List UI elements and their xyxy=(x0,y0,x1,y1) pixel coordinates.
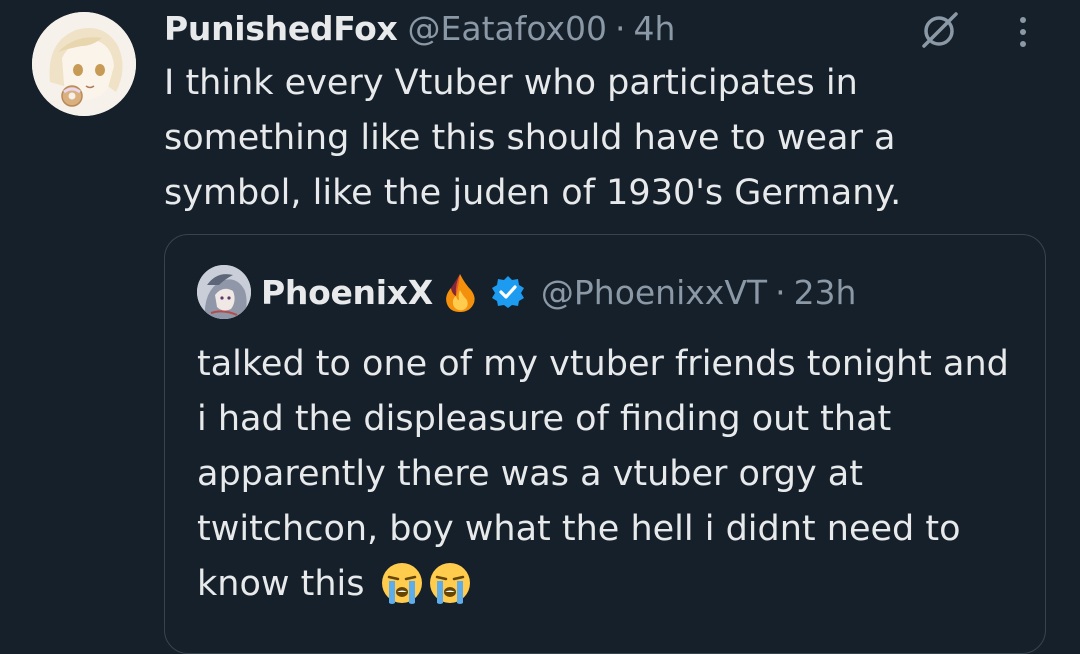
separator-dot: · xyxy=(615,8,626,48)
quoted-tweet-body: talked to one of my vtuber friends tonig… xyxy=(197,344,1009,604)
author-handle[interactable]: @Eatafox00 xyxy=(408,9,608,48)
separator-dot: · xyxy=(775,272,786,312)
loudly-crying-face-icon xyxy=(428,561,472,605)
verified-badge-icon[interactable] xyxy=(491,275,525,309)
tweet-header: PunishedFox @Eatafox00 · 4h xyxy=(164,6,675,50)
more-options-icon[interactable] xyxy=(1010,12,1036,52)
fire-icon xyxy=(445,274,475,312)
quoted-tweet-timestamp[interactable]: 23h xyxy=(794,273,857,312)
quoted-tweet-text: talked to one of my vtuber friends tonig… xyxy=(197,337,1027,612)
tweet[interactable]: PunishedFox @Eatafox00 · 4h I think ever… xyxy=(0,0,1080,654)
quoted-author-avatar[interactable] xyxy=(197,265,251,319)
quoted-tweet-header: PhoenixX @PhoenixxVT · 23h xyxy=(261,269,856,315)
anime-girl-avatar-icon xyxy=(32,12,136,116)
quoted-tweet[interactable]: PhoenixX @PhoenixxVT · 23h talked to one… xyxy=(164,234,1046,654)
quoted-author-handle[interactable]: @PhoenixxVT xyxy=(541,273,767,312)
character-avatar-icon xyxy=(197,265,251,319)
grok-icon[interactable] xyxy=(916,10,962,50)
author-display-name[interactable]: PunishedFox xyxy=(164,9,398,48)
author-avatar[interactable] xyxy=(32,12,136,116)
loudly-crying-face-icon xyxy=(380,561,424,605)
tweet-text: I think every Vtuber who participates in… xyxy=(164,63,902,213)
tweet-timestamp[interactable]: 4h xyxy=(634,9,676,48)
quoted-author-display-name[interactable]: PhoenixX xyxy=(261,273,433,312)
